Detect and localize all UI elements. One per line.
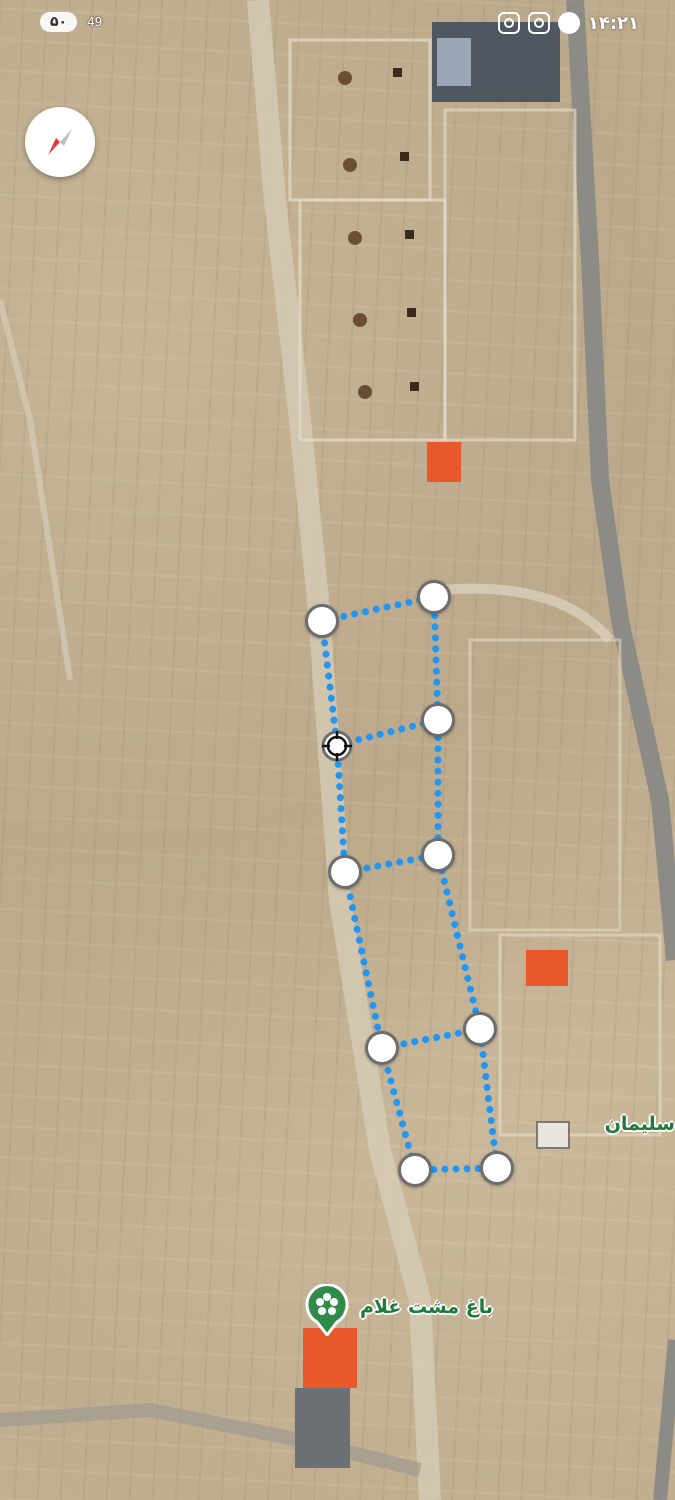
right-place-label[interactable]: سلیمان (605, 1113, 675, 1135)
building-orange (427, 442, 461, 482)
left-road (0, 1402, 422, 1477)
building-orange (526, 950, 568, 986)
left-track (0, 299, 73, 681)
status-left: ۵۰ 49 (40, 12, 102, 32)
garden-place-label[interactable]: باغ مشت غلام (360, 1296, 493, 1318)
compass-icon (48, 129, 72, 155)
field-plot (498, 933, 662, 1137)
status-right: ۱۴:۲۱ (497, 12, 639, 34)
status-bar: ۵۰ 49 ۱۴:۲۱ (0, 0, 675, 52)
field-plot (288, 38, 432, 202)
field-plot (298, 198, 447, 442)
vertex-handle[interactable] (421, 838, 455, 872)
vertex-handle[interactable] (417, 580, 451, 614)
crosshair-icon[interactable] (320, 729, 354, 763)
building-orange (303, 1328, 357, 1388)
field-plot (468, 638, 622, 932)
vertex-handle[interactable] (480, 1151, 514, 1185)
curved-track (439, 583, 614, 644)
vertex-handle[interactable] (463, 1012, 497, 1046)
vertex-handle[interactable] (398, 1153, 432, 1187)
satellite-map[interactable]: باغ مشت غلام سلیمان (0, 0, 675, 1500)
building-small (536, 1121, 570, 1149)
message-icon (557, 12, 580, 34)
battery-indicator: ۵۰ (40, 12, 78, 32)
clock: ۱۴:۲۱ (587, 12, 639, 34)
right-road-bottom (653, 1339, 675, 1500)
vertex-handle[interactable] (421, 703, 455, 737)
main-road (566, 0, 675, 961)
vertex-handle[interactable] (365, 1031, 399, 1065)
instagram-icon (527, 12, 550, 34)
building-grey (295, 1388, 350, 1468)
vertex-handle[interactable] (305, 604, 339, 638)
vertex-handle[interactable] (328, 855, 362, 889)
instagram-icon (497, 12, 520, 34)
signal-indicator: 49 (87, 15, 103, 29)
compass-button[interactable] (25, 107, 95, 177)
field-plot (443, 108, 577, 442)
flower-pin-icon[interactable] (305, 1284, 349, 1336)
